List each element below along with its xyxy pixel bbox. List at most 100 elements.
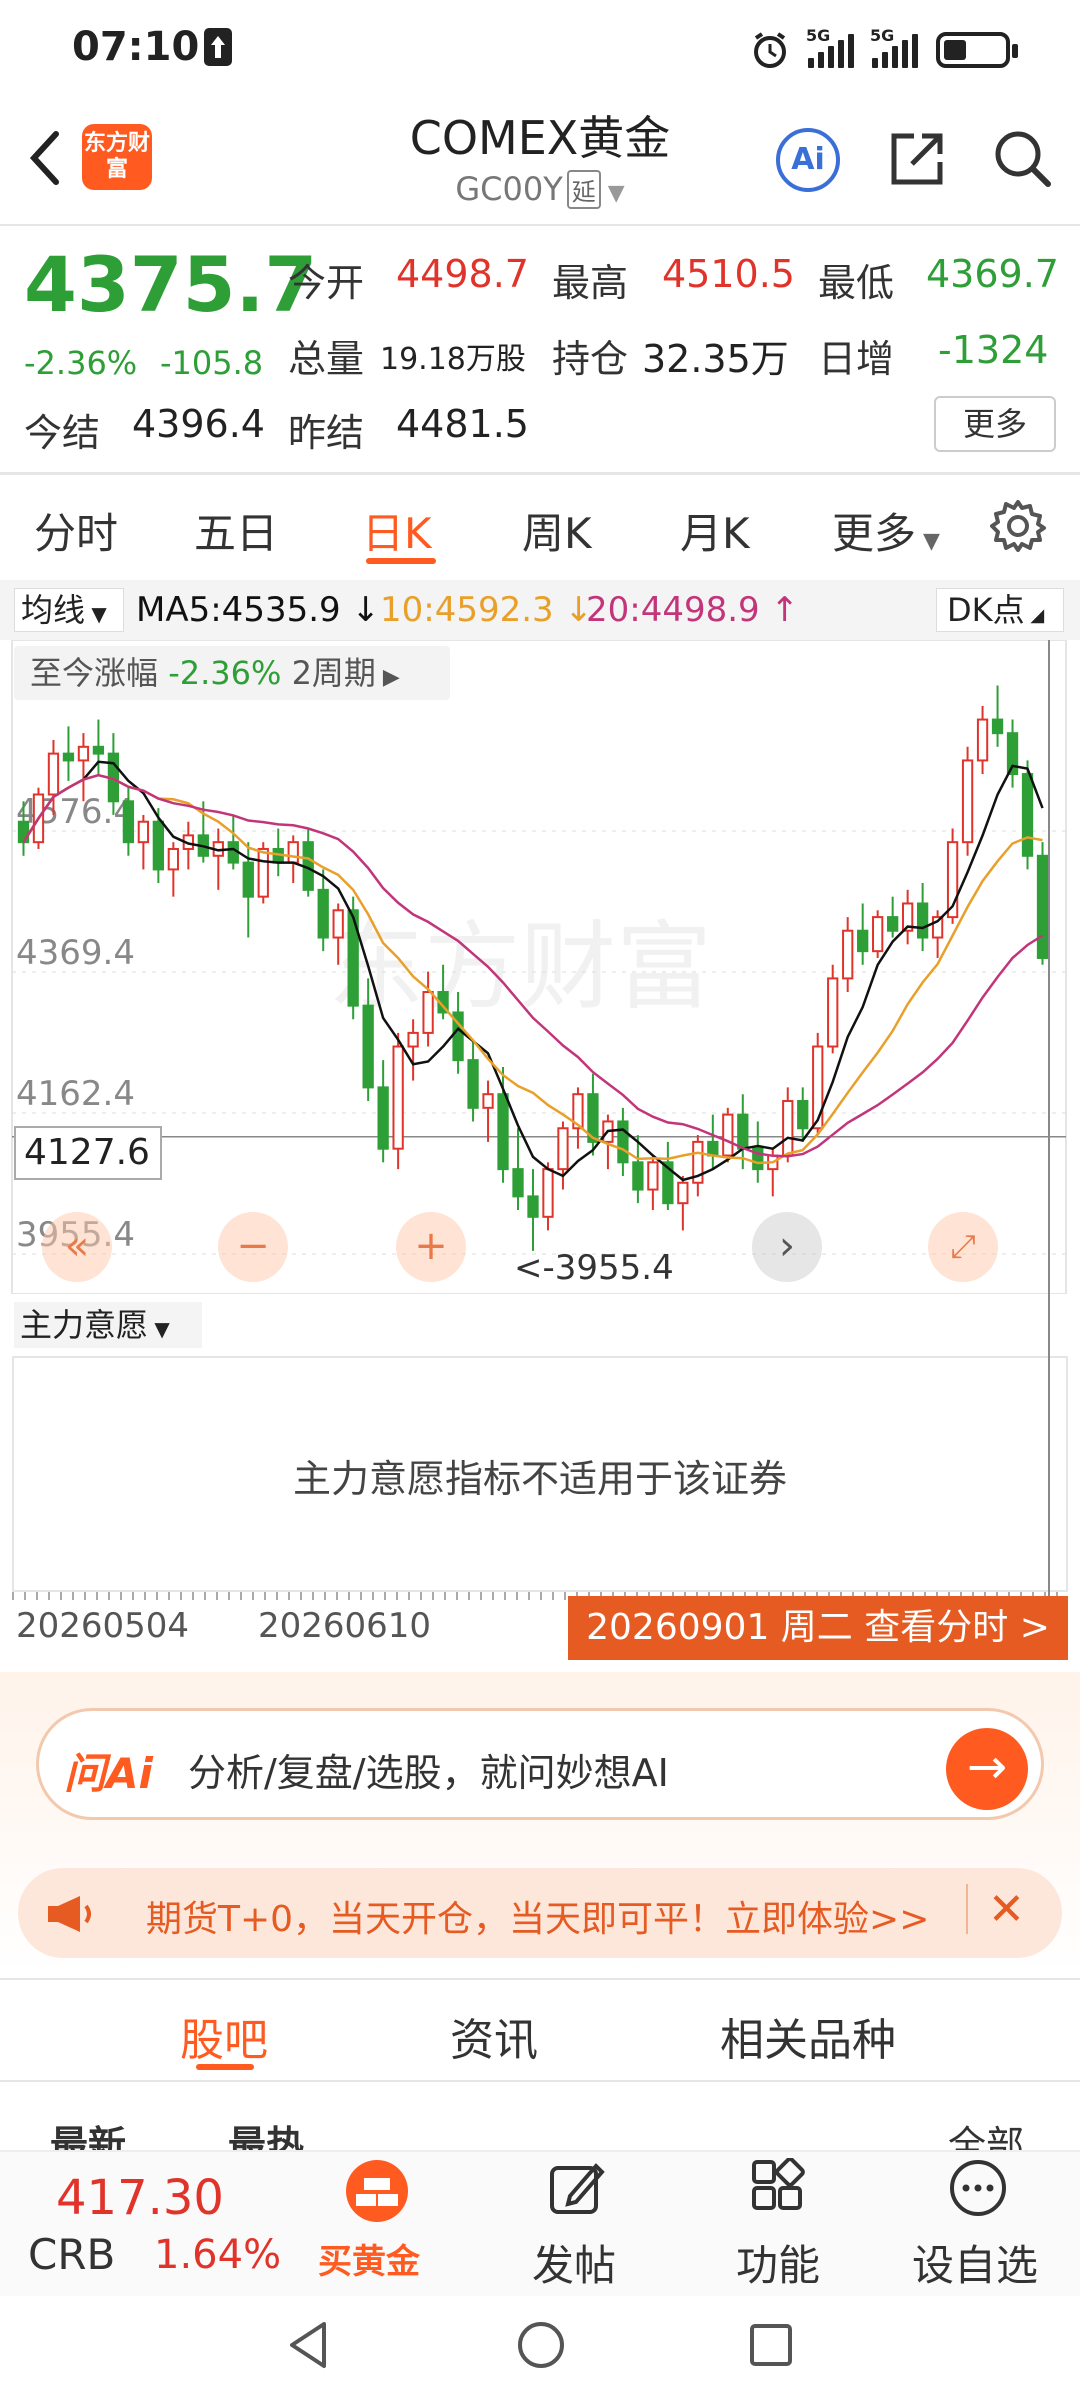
candle-body: [647, 1161, 659, 1191]
upload-icon: [204, 28, 232, 66]
ma20-value: 20:4498.9 ↑: [586, 590, 799, 630]
tab-more[interactable]: 更多 ▼: [832, 500, 940, 561]
candle-body: [257, 847, 269, 898]
edit-icon[interactable]: [546, 2158, 606, 2218]
status-time: 07:10: [72, 24, 200, 70]
prev-settle-value: 4481.5: [396, 402, 529, 446]
zoom-in-button[interactable]: +: [396, 1212, 466, 1282]
daily-inc-label: 日增: [818, 337, 895, 381]
tab-intraday[interactable]: 分时: [34, 500, 118, 561]
fullscreen-button[interactable]: ⤢: [928, 1212, 998, 1282]
settle-value: 4396.4: [132, 402, 265, 446]
signal-icon: 5G: [806, 26, 854, 68]
volume-label: 总量: [288, 337, 365, 381]
add-watchlist-label[interactable]: 设自选: [912, 2232, 1038, 2293]
status-icons: 5G 5G: [750, 26, 1018, 72]
candle-body: [497, 1093, 509, 1171]
candle-body: [467, 1059, 479, 1109]
next-button[interactable]: ›: [752, 1212, 822, 1282]
post-label[interactable]: 发帖: [532, 2232, 616, 2293]
buy-gold-label[interactable]: 买黄金: [318, 2234, 420, 2283]
candle-body: [842, 929, 854, 980]
grid-icon[interactable]: [748, 2158, 808, 2218]
candle-body: [632, 1161, 644, 1191]
candle-body: [722, 1113, 734, 1157]
zoom-out-button[interactable]: −: [218, 1212, 288, 1282]
candle-body: [857, 929, 869, 953]
low-label: 最低: [818, 261, 895, 305]
volume-value: 19.18万股: [380, 342, 526, 377]
dk-point-select[interactable]: DK点 ◢: [936, 588, 1064, 632]
share-icon[interactable]: [886, 126, 950, 190]
candle-body: [167, 847, 179, 871]
change-value: -105.8: [160, 344, 264, 382]
candle-body: [797, 1100, 809, 1130]
tab-five-day[interactable]: 五日: [194, 500, 278, 561]
indicator-select[interactable]: 主力意愿 ▼: [14, 1302, 202, 1348]
range-change-pill[interactable]: 至今涨幅 -2.36% 2周期 ▶: [14, 646, 450, 700]
crosshair-value: 4127.6: [14, 1126, 162, 1180]
candle-body: [122, 800, 135, 844]
scroll-left-button[interactable]: «: [42, 1212, 112, 1282]
gear-icon[interactable]: [990, 498, 1046, 554]
candle-body: [677, 1181, 689, 1205]
candle-body: [482, 1093, 494, 1109]
ask-ai-placeholder[interactable]: 分析/复盘/选股，就问妙想AI: [188, 1742, 669, 1797]
date-label-mid: 20260610: [258, 1606, 432, 1646]
candle-body: [407, 1031, 419, 1048]
ai-button[interactable]: Ai: [776, 128, 840, 192]
candle-body: [887, 916, 899, 932]
battery-icon: [936, 32, 1018, 68]
kline-chart[interactable]: 东方财富4576.44369.44162.43955.4: [0, 640, 1080, 1294]
tab-weekly-k[interactable]: 周K: [522, 500, 592, 561]
candle-body: [62, 752, 75, 762]
y-tick-label: 4162.4: [16, 1074, 135, 1114]
candle-body: [542, 1168, 554, 1218]
prev-settle-label: 昨结: [288, 411, 365, 455]
system-home-icon[interactable]: [514, 2318, 568, 2372]
crosshair-vertical: [1048, 640, 1050, 1596]
open-label: 今开: [288, 261, 365, 305]
candle-body: [92, 745, 105, 755]
candle-body: [242, 861, 254, 898]
signal-icon-2: 5G: [870, 26, 918, 68]
function-label[interactable]: 功能: [736, 2232, 820, 2293]
system-back-icon[interactable]: [284, 2318, 334, 2372]
gold-bars-icon[interactable]: [346, 2160, 408, 2222]
ask-ai-go-button[interactable]: →: [946, 1728, 1028, 1810]
candle-body: [422, 991, 434, 1034]
candle-body: [1036, 854, 1049, 959]
ma-select[interactable]: 均线 ▼: [14, 588, 124, 632]
candle-body: [1021, 773, 1034, 857]
crb-change[interactable]: 1.64%: [154, 2232, 281, 2278]
candle-body: [47, 752, 60, 796]
ask-ai-logo: 问Ai: [64, 1749, 153, 1798]
candle-body: [991, 718, 1004, 735]
candle-body: [617, 1120, 629, 1164]
indicator-message: 主力意愿指标不适用于该证券: [292, 1457, 787, 1501]
search-icon[interactable]: [990, 126, 1054, 190]
system-recents-icon[interactable]: [746, 2320, 796, 2370]
crb-name[interactable]: CRB: [28, 2230, 115, 2279]
tab-daily-k[interactable]: 日K: [362, 500, 432, 561]
candle-body: [332, 909, 344, 939]
tab-monthly-k[interactable]: 月K: [680, 500, 750, 561]
tab-news[interactable]: 资讯: [450, 2004, 538, 2068]
candle-body: [392, 1045, 404, 1150]
view-intraday-button[interactable]: 20260901 周二 查看分时 >: [568, 1596, 1068, 1660]
candle-body: [77, 745, 90, 762]
position-label: 持仓: [552, 337, 629, 381]
more-quote-button[interactable]: 更多: [934, 396, 1056, 452]
ma5-value: MA5:4535.9 ↓: [136, 590, 380, 630]
crb-price[interactable]: 417.30: [56, 2170, 224, 2226]
candle-body: [557, 1127, 569, 1171]
candle-body: [152, 820, 165, 871]
candle-body: [916, 902, 929, 939]
more-dots-icon[interactable]: [948, 2158, 1008, 2218]
high-value: 4510.5: [662, 252, 795, 296]
tab-guba[interactable]: 股吧: [180, 2004, 268, 2068]
high-label: 最高: [552, 261, 629, 305]
close-promo-icon[interactable]: ✕: [988, 1884, 1025, 1935]
settle-label: 今结: [24, 411, 101, 455]
tab-related[interactable]: 相关品种: [720, 2004, 896, 2068]
